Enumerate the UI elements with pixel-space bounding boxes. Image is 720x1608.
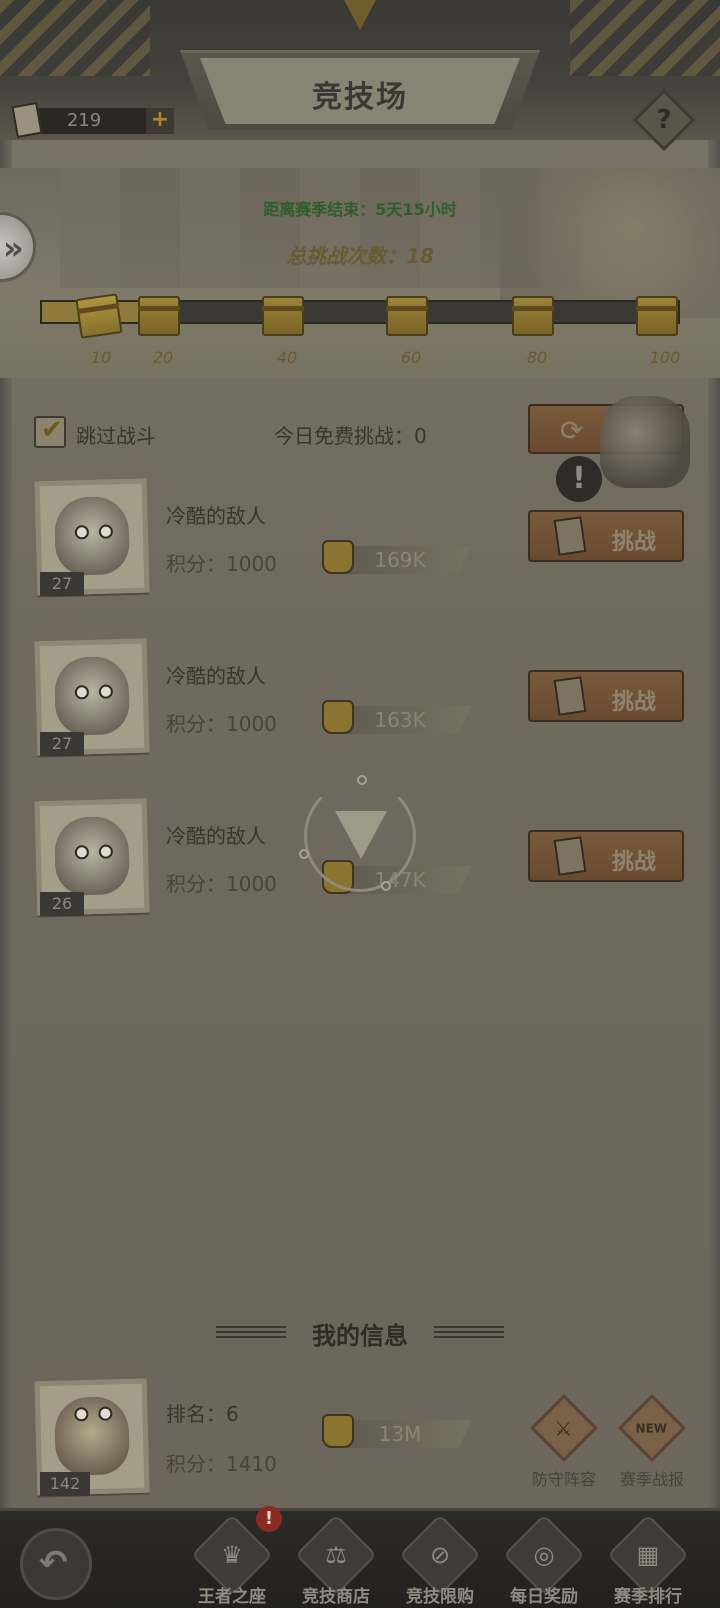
- nav-limited-shop[interactable]: ⊘ 竞技限购: [390, 1513, 490, 1608]
- ticket-icon: [553, 516, 587, 556]
- level-badge: 27: [40, 572, 84, 596]
- question-icon: ?: [656, 105, 672, 135]
- opponent-score: 积分：1000: [166, 712, 277, 736]
- opponent-name: 冷酷的敌人: [166, 824, 266, 848]
- opponent-power: 163K: [374, 708, 426, 732]
- crossed-swords-icon: ⚔: [554, 1416, 573, 1441]
- header-stripe-left: [0, 0, 150, 76]
- opponent-power: 169K: [374, 548, 426, 572]
- season-report-button[interactable]: NEW 赛季战报: [612, 1394, 692, 1490]
- my-face: [53, 1396, 130, 1476]
- opponent-face: [53, 656, 130, 736]
- my-power: 13M: [378, 1422, 422, 1446]
- milestone-label: 20: [152, 348, 174, 367]
- skip-battle-label: 跳过战斗: [76, 424, 156, 448]
- my-info-title: 我的信息: [312, 1322, 408, 1350]
- loading-spinner-icon: [299, 775, 416, 892]
- top-ornament: [344, 0, 376, 30]
- season-timer: 距离赛季结束：5天15小时: [263, 200, 457, 219]
- nav-daily-reward[interactable]: ◎ 每日奖励: [494, 1513, 594, 1608]
- opponent-name: 冷酷的敌人: [166, 664, 266, 688]
- nav-label: 竞技商店: [302, 1587, 370, 1607]
- level-badge: 26: [40, 892, 84, 916]
- season-report-label: 赛季战报: [619, 1470, 684, 1489]
- nav-label: 赛季排行: [614, 1587, 682, 1607]
- nav-label: 王者之座: [198, 1587, 266, 1607]
- nav-label: 每日奖励: [510, 1587, 578, 1607]
- refresh-opponents-button[interactable]: ⟳: [528, 396, 690, 488]
- nav-season-ranking[interactable]: ▦ 赛季排行: [598, 1513, 698, 1608]
- ticket-icon: [553, 676, 587, 716]
- opponent-score: 积分：1000: [166, 552, 277, 576]
- back-arrow-icon: ↶: [39, 1543, 68, 1583]
- defense-lineup-icon: ⚔: [530, 1394, 598, 1462]
- opponent-name: 冷酷的敌人: [166, 504, 266, 528]
- spinner-dot: [357, 775, 367, 785]
- defense-lineup-label: 防守阵容: [531, 1470, 596, 1489]
- opponent-face: [53, 816, 130, 896]
- alert-badge: !: [256, 1506, 282, 1532]
- my-rank: 排名：6: [166, 1402, 239, 1426]
- milestone-label: 80: [526, 348, 548, 367]
- challenge-label: 挑战: [612, 530, 657, 555]
- challenge-progress-bar: [40, 300, 680, 324]
- reward-chest-icon[interactable]: [512, 296, 554, 336]
- bag-glyph: ⊘: [429, 1541, 451, 1569]
- opponent-face: [53, 496, 130, 576]
- my-score: 积分：1410: [166, 1452, 277, 1476]
- free-challenges-count: 今日免费挑战：0: [274, 424, 427, 448]
- header-stripe-right: [570, 0, 720, 76]
- season-report-icon: NEW: [618, 1394, 686, 1462]
- nav-label: 竞技限购: [406, 1587, 474, 1607]
- opponent-row: 27 冷酷的敌人 积分：1000 163K 挑战: [0, 638, 720, 770]
- spinner-emblem: [335, 811, 387, 859]
- total-challenges: 总挑战次数：18: [286, 244, 434, 268]
- reward-chest-icon[interactable]: [138, 296, 180, 336]
- challenge-button[interactable]: 挑战: [528, 510, 684, 562]
- level-badge: 142: [40, 1472, 90, 1496]
- opponent-row: 27 冷酷的敌人 积分：1000 169K 挑战: [0, 478, 720, 610]
- currency-amount: 219: [66, 110, 102, 131]
- crown-glyph: ♛: [221, 1541, 243, 1569]
- milestone-label: 10: [90, 348, 112, 367]
- coins-glyph: ◎: [533, 1541, 555, 1569]
- defense-lineup-button[interactable]: ⚔ 防守阵容: [524, 1394, 604, 1490]
- spinner-dot: [299, 849, 309, 859]
- nav-throne[interactable]: ♛ 王者之座: [182, 1513, 282, 1608]
- double-chevron-right-icon: »: [3, 229, 24, 267]
- milestone-label: 100: [649, 348, 681, 367]
- new-report-icon: NEW: [635, 1421, 668, 1436]
- checkmark-icon: ✔: [41, 415, 63, 445]
- scales-glyph: ⚖: [325, 1541, 347, 1569]
- reward-chest-icon[interactable]: [636, 296, 678, 336]
- podium-glyph: ▦: [636, 1541, 660, 1569]
- ticket-currency: 219 +: [11, 101, 174, 139]
- skip-battle-checkbox[interactable]: ✔: [34, 415, 66, 448]
- reward-chest-open-icon[interactable]: [75, 293, 123, 339]
- spinner-dot: [381, 881, 391, 891]
- milestone-label: 60: [400, 348, 422, 367]
- add-currency-button[interactable]: +: [146, 108, 174, 134]
- opponent-score: 积分：1000: [166, 872, 277, 896]
- season-banner: 距离赛季结束：5天15小时 总挑战次数：18: [0, 168, 720, 378]
- mascot-avatar: [600, 396, 690, 488]
- arena-screen: 竞技场 219 + ? 距离赛季结束：5天15小时 总挑战次数：18 » 10 …: [0, 0, 720, 1608]
- challenge-label: 挑战: [612, 690, 657, 715]
- level-badge: 27: [40, 732, 84, 756]
- challenge-button[interactable]: 挑战: [528, 830, 684, 882]
- ticket-icon: [11, 101, 43, 139]
- challenge-button[interactable]: 挑战: [528, 670, 684, 722]
- reward-chest-icon[interactable]: [262, 296, 304, 336]
- challenge-label: 挑战: [612, 850, 657, 875]
- reward-chest-icon[interactable]: [386, 296, 428, 336]
- milestone-label: 40: [276, 348, 298, 367]
- refresh-icon: ⟳: [560, 414, 584, 447]
- nav-arena-shop[interactable]: ⚖ 竞技商店: [286, 1513, 386, 1608]
- back-button[interactable]: ↶: [20, 1528, 92, 1600]
- ticket-icon: [553, 836, 587, 876]
